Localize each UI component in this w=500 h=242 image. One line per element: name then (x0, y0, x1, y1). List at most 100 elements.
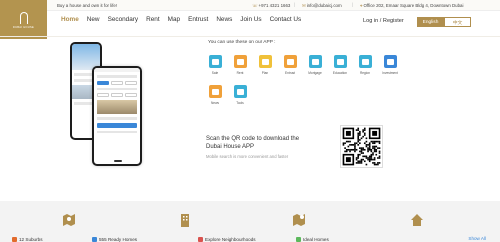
phone-row (97, 75, 137, 78)
map-pin-icon (293, 214, 305, 226)
feature-icon (283, 55, 297, 68)
nav-home[interactable]: Home (61, 16, 79, 28)
feature-icon (383, 55, 397, 68)
phone-icon: ☏ (252, 3, 258, 8)
phone-chip (125, 80, 137, 85)
feature-glyph (261, 58, 269, 65)
feature-glyph (211, 88, 219, 95)
feature-label: Mortgage (308, 71, 322, 75)
feature-rent[interactable]: Rent (231, 55, 249, 75)
lang-english-button[interactable]: English (417, 17, 444, 27)
feature-label: Rent (236, 71, 244, 75)
nav-rent[interactable]: Rent (146, 16, 160, 28)
logo-mark (19, 12, 28, 24)
feature-news[interactable]: News (206, 85, 224, 105)
feature-icon (333, 55, 347, 68)
tab-label: Ideal Homes (303, 236, 329, 242)
feature-icon (358, 55, 372, 68)
feature-entrust[interactable]: Entrust (281, 55, 299, 75)
address-text: Office 202, Emaar Square Bldg 4, Downtow… (363, 3, 464, 8)
feature-education[interactable]: Education (331, 55, 349, 75)
nav-news[interactable]: News (216, 16, 232, 28)
bottom-tab[interactable]: Ideal Homes (296, 236, 329, 242)
feature-glyph (236, 58, 244, 65)
map-book-icon (63, 214, 75, 226)
phone-screen-image (97, 100, 137, 114)
feature-glyph (386, 58, 394, 65)
qr-title-line-2: Dubai House APP (206, 144, 255, 150)
building-icon (181, 214, 189, 227)
phone-chip (111, 80, 123, 85)
bottom-tab[interactable]: Explore Neighbourhoods (198, 236, 256, 242)
tab-icon (92, 236, 97, 242)
phone-row (97, 87, 137, 90)
nav-secondary[interactable]: Secondary (108, 16, 139, 28)
feature-icon (208, 85, 222, 98)
phone-button (97, 122, 137, 128)
email-link[interactable]: ✉info@dubaicj.com (302, 3, 342, 9)
feature-label: Sale (211, 71, 219, 75)
phone-chip (97, 80, 109, 85)
phone-row (97, 130, 137, 133)
feature-icon (258, 55, 272, 68)
bottom-tab[interactable]: 12 Suburbs (12, 236, 43, 242)
feature-label: Education (332, 71, 348, 75)
feature-plan[interactable]: Plan (256, 55, 274, 75)
mail-icon: ✉ (302, 3, 306, 8)
tab-label: Explore Neighbourhoods (205, 236, 256, 242)
show-all-link[interactable]: Show All (468, 236, 486, 241)
nav-map[interactable]: Map (168, 16, 180, 28)
tab-label: 555 Ready Homes (99, 236, 138, 242)
site-logo[interactable]: DUBAI HOUSE (0, 0, 47, 39)
feature-label: Tools (236, 101, 244, 105)
feature-tools[interactable]: Tools (231, 85, 249, 105)
feature-investment[interactable]: Investment (381, 55, 399, 75)
feature-region[interactable]: Region (356, 55, 374, 75)
tab-label: 12 Suburbs (19, 236, 43, 242)
nav-join-us[interactable]: Join Us (240, 16, 261, 28)
phone-chips (97, 93, 137, 97)
feature-label: Entrust (284, 71, 296, 75)
feature-label: Plan (261, 71, 269, 75)
main-nav: Home New Secondary Rent Map Entrust News… (61, 16, 309, 28)
tab-icon (198, 236, 203, 242)
phone-number[interactable]: ☏+971 4321 1663 (252, 3, 290, 9)
lang-chinese-button[interactable]: 中文 (444, 17, 471, 27)
nav-new[interactable]: New (87, 16, 100, 28)
phone-chips (97, 80, 137, 85)
qr-subtitle: Mobile search is more convenient and fas… (206, 154, 289, 159)
top-info-bar: Buy a house and own it for life! ☏+971 4… (0, 0, 500, 11)
qr-code (340, 125, 383, 168)
feature-label: Region (359, 71, 371, 75)
email-text: info@dubaicj.com (306, 3, 342, 8)
qr-title: Scan the QR code to download the Dubai H… (206, 135, 299, 151)
feature-label: Investment (382, 71, 398, 75)
nav-contact-us[interactable]: Contact Us (270, 16, 302, 28)
feature-icon (233, 85, 247, 98)
feature-mortgage[interactable]: Mortgage (306, 55, 324, 75)
bottom-tab[interactable]: 555 Ready Homes (92, 236, 137, 242)
feature-glyph (361, 58, 369, 65)
feature-label: News (211, 101, 219, 105)
feature-icon (208, 55, 222, 68)
app-intro: You can use these on our APP : (208, 40, 276, 45)
home-icon (411, 214, 423, 226)
header-divider (0, 36, 500, 37)
feature-glyph (311, 58, 319, 65)
feature-glyph (211, 58, 219, 65)
logo-text: DUBAI HOUSE (12, 26, 35, 29)
tagline: Buy a house and own it for life! (57, 3, 118, 8)
page: { "topbar": { "tagline": "Buy a house an… (0, 0, 500, 242)
feature-sale[interactable]: Sale (206, 55, 224, 75)
feature-icon (233, 55, 247, 68)
tab-icon (296, 236, 301, 242)
phone-chip (111, 93, 123, 97)
address: ⌖Office 202, Emaar Square Bldg 4, Downto… (360, 3, 463, 8)
tab-icon (12, 236, 17, 242)
nav-entrust[interactable]: Entrust (188, 16, 208, 28)
login-register-link[interactable]: Log in / Register (363, 18, 404, 24)
phone-chip (125, 93, 137, 97)
qr-title-line-1: Scan the QR code to download the (206, 136, 300, 142)
feature-glyph (286, 58, 294, 65)
phone-home-bar (114, 160, 122, 162)
